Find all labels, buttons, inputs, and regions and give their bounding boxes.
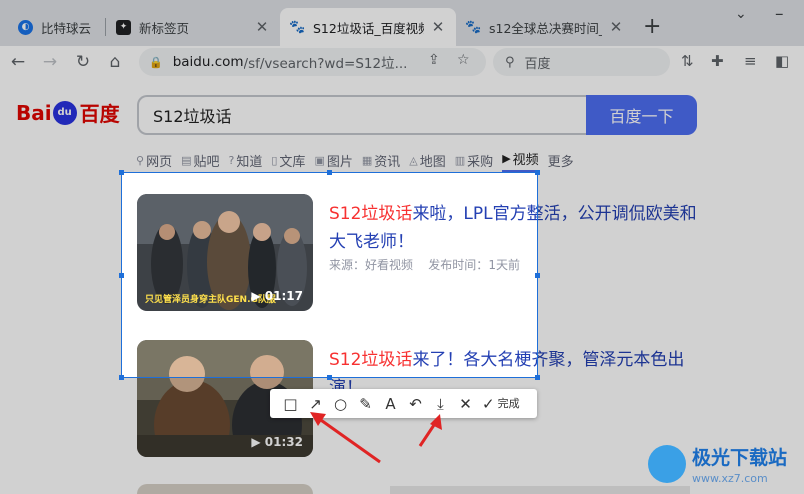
watermark-name: 极光下载站 xyxy=(692,447,788,469)
red-arrowhead-1 xyxy=(310,412,326,426)
red-arrow-1 xyxy=(317,416,381,464)
watermark: 极光下载站 www.xz7.com xyxy=(648,443,787,485)
watermark-logo-icon xyxy=(648,445,686,483)
annotation-arrows xyxy=(310,412,442,464)
watermark-url: www.xz7.com xyxy=(692,472,768,485)
